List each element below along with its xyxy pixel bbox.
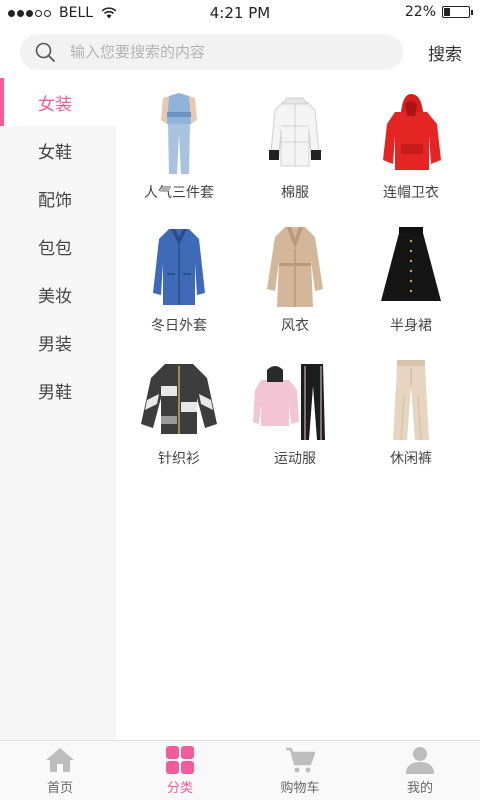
- search-button[interactable]: 搜索: [428, 40, 462, 65]
- sidebar-item-women-shoes[interactable]: 女鞋: [0, 126, 116, 174]
- product-grid: 人气三件套 棉服 连帽卫衣 冬日外套 风衣 半身裙 针织衫 运动服 休闲裤: [116, 80, 480, 479]
- three-piece-set-image: [161, 93, 197, 174]
- trench-coat-image: [267, 227, 323, 307]
- product-item[interactable]: 休闲裤: [353, 346, 469, 479]
- sidebar-item-label: 男装: [38, 334, 72, 355]
- sidebar-item-bags[interactable]: 包包: [0, 222, 116, 270]
- product-label: 运动服: [274, 451, 316, 467]
- search-box[interactable]: [20, 34, 403, 70]
- search-input[interactable]: [70, 43, 370, 61]
- tab-home[interactable]: 首页: [0, 741, 120, 800]
- search-icon: [35, 42, 55, 62]
- product-label: 棉服: [281, 185, 309, 201]
- hoodie-image: [383, 94, 441, 170]
- sidebar-item-women-clothing[interactable]: 女装: [0, 78, 116, 126]
- product-item[interactable]: 半身裙: [353, 213, 469, 346]
- casual-pants-image: [393, 360, 429, 441]
- product-item[interactable]: 风衣: [237, 213, 353, 346]
- status-bar: BELL 4:21 PM 22%: [0, 0, 480, 26]
- tracksuit-image: [253, 364, 325, 440]
- sidebar-item-label: 女鞋: [38, 142, 72, 163]
- category-sidebar: 女装 女鞋 配饰 包包 美妆 男装 男鞋: [0, 78, 116, 740]
- skirt-image: [381, 227, 441, 301]
- tab-category[interactable]: 分类: [120, 741, 240, 800]
- sidebar-item-makeup[interactable]: 美妆: [0, 270, 116, 318]
- product-label: 冬日外套: [151, 318, 207, 334]
- sidebar-item-label: 配饰: [38, 190, 72, 211]
- status-right: 22%: [404, 4, 473, 20]
- product-label: 人气三件套: [144, 185, 214, 201]
- knit-cardigan-image: [141, 364, 217, 434]
- product-label: 半身裙: [390, 318, 432, 334]
- tab-cart[interactable]: 购物车: [240, 741, 360, 800]
- bottom-tab-bar: 首页 分类 购物车 我的: [0, 740, 480, 800]
- product-item[interactable]: 人气三件套: [121, 80, 237, 213]
- product-item[interactable]: 针织衫: [121, 346, 237, 479]
- product-item[interactable]: 连帽卫衣: [353, 80, 469, 213]
- product-label: 休闲裤: [390, 451, 432, 467]
- category-icon: [166, 745, 194, 774]
- cart-icon: [286, 747, 315, 772]
- product-label: 连帽卫衣: [383, 185, 439, 201]
- sidebar-item-men-shoes[interactable]: 男鞋: [0, 366, 116, 414]
- search-row: 搜索: [0, 30, 480, 74]
- tab-label: 我的: [406, 780, 433, 796]
- tab-profile[interactable]: 我的: [360, 741, 480, 800]
- battery-icon: [442, 6, 473, 18]
- product-item[interactable]: 冬日外套: [121, 213, 237, 346]
- tab-label: 首页: [46, 780, 73, 796]
- winter-coat-image: [153, 229, 205, 305]
- sidebar-item-men-clothing[interactable]: 男装: [0, 318, 116, 366]
- sidebar-item-label: 包包: [38, 238, 72, 259]
- product-label: 针织衫: [158, 451, 200, 467]
- profile-icon: [406, 746, 434, 774]
- tab-label: 购物车: [280, 780, 320, 796]
- sidebar-item-accessories[interactable]: 配饰: [0, 174, 116, 222]
- home-icon: [46, 747, 74, 772]
- product-label: 风衣: [281, 318, 309, 334]
- sidebar-item-label: 女装: [38, 94, 72, 115]
- sidebar-item-label: 男鞋: [38, 382, 72, 403]
- sidebar-item-label: 美妆: [38, 286, 72, 307]
- product-item[interactable]: 棉服: [237, 80, 353, 213]
- battery-percent: 22%: [404, 4, 436, 20]
- padded-jacket-image: [269, 97, 321, 167]
- battery-fill: [444, 8, 450, 16]
- product-grid-area: 人气三件套 棉服 连帽卫衣 冬日外套 风衣 半身裙 针织衫 运动服 休闲裤: [116, 80, 480, 479]
- product-item[interactable]: 运动服: [237, 346, 353, 479]
- tab-label: 分类: [166, 780, 193, 796]
